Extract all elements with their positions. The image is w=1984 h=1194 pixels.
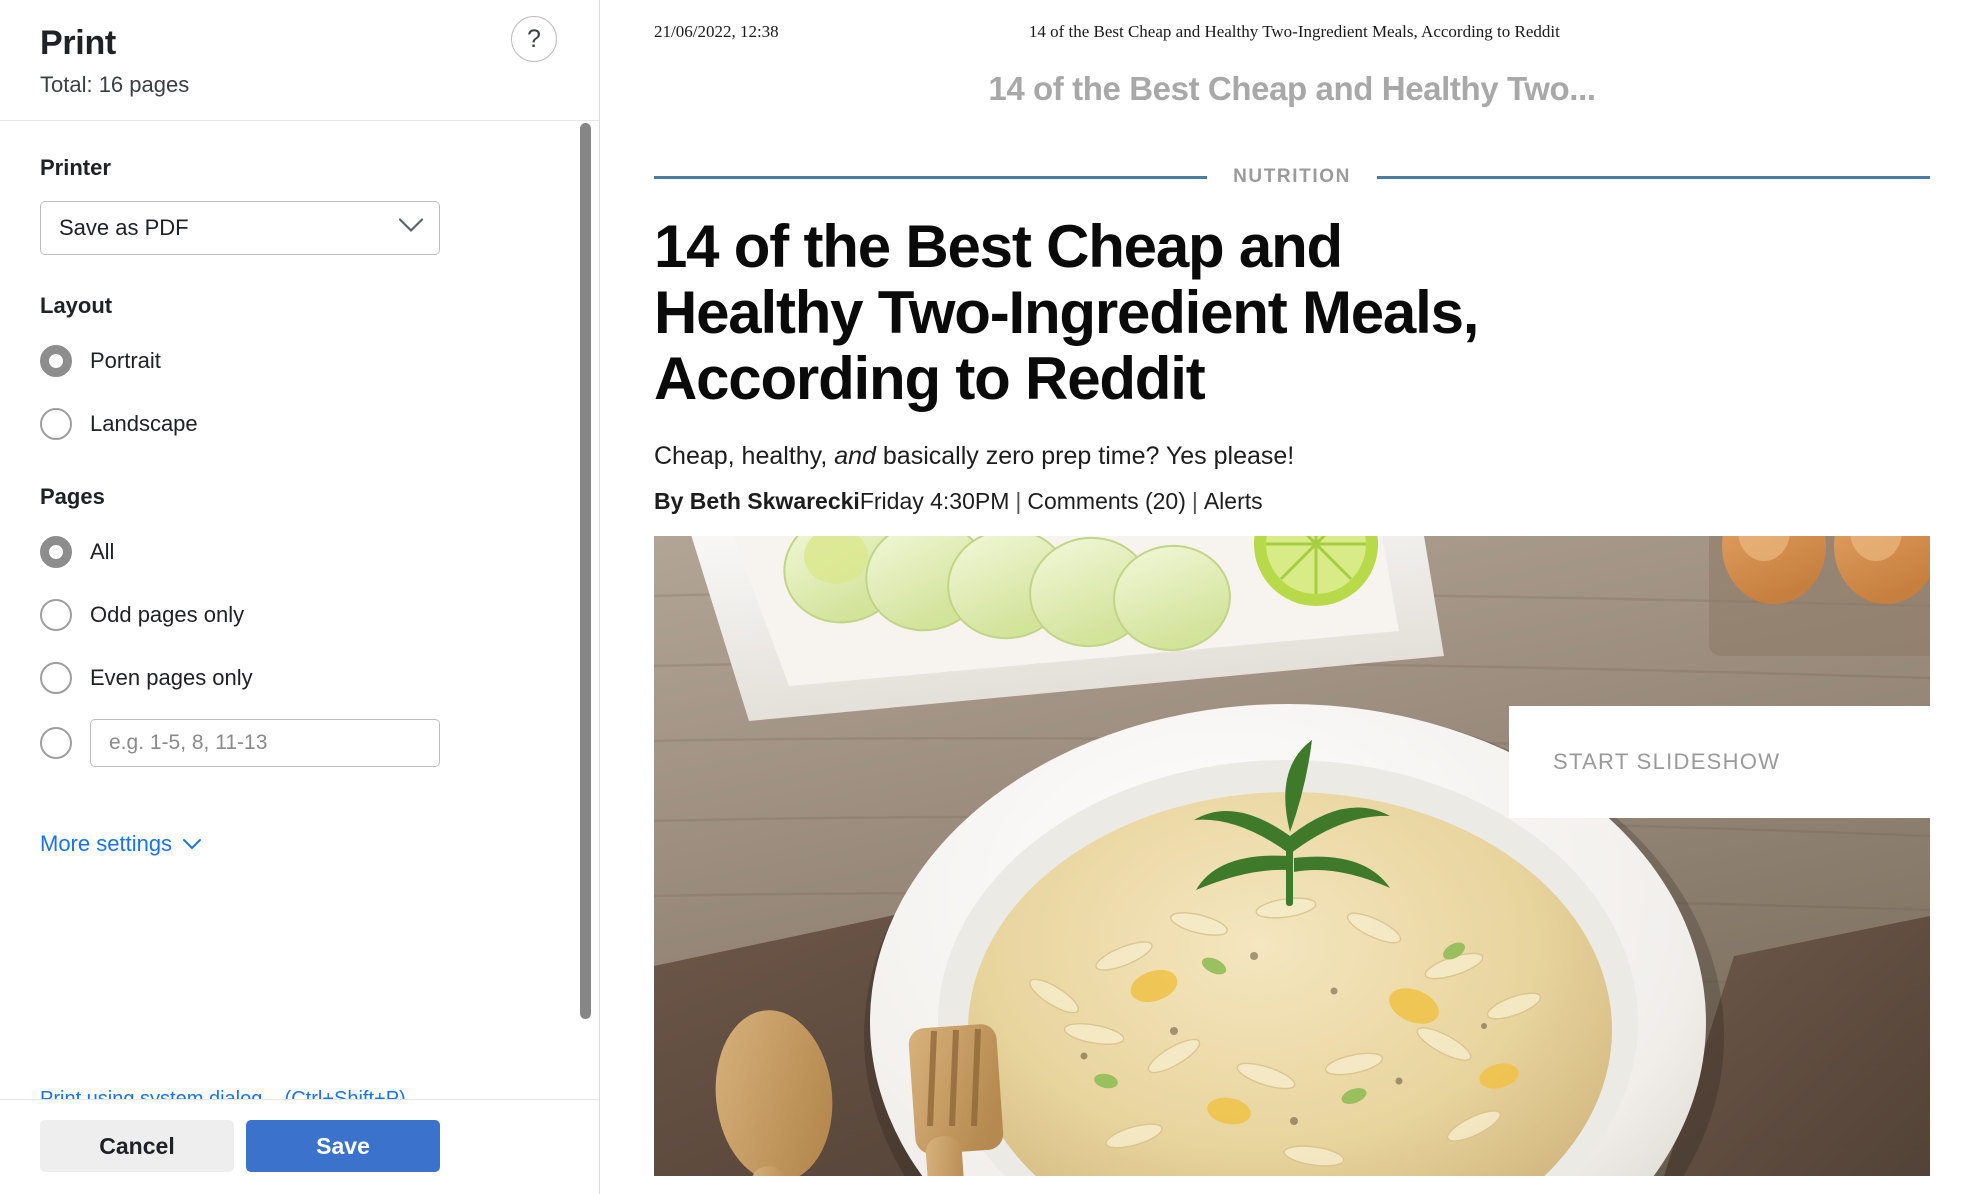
- kicker-rule-right: [1376, 175, 1930, 179]
- start-slideshow-button[interactable]: START SLIDESHOW: [1509, 706, 1930, 819]
- layout-section: Layout Portrait Landscape: [40, 293, 559, 446]
- kicker-label: NUTRITION: [1233, 166, 1351, 187]
- layout-option-landscape-label: Landscape: [90, 411, 198, 437]
- radio-even-pages[interactable]: [40, 662, 72, 695]
- printer-select-value: Save as PDF: [59, 215, 189, 241]
- settings-scroll-area: Printer Save as PDF Layout Portrait Land…: [0, 121, 599, 1099]
- scrollbar-thumb[interactable]: [580, 123, 591, 1020]
- printer-section-label: Printer: [40, 155, 111, 181]
- cancel-button[interactable]: Cancel: [40, 1120, 234, 1172]
- print-header-title: 14 of the Best Cheap and Healthy Two-Ing…: [1028, 22, 1560, 41]
- dek-part-1: Cheap, healthy,: [654, 442, 835, 470]
- article-headline: 14 of the Best Cheap and Healthy Two-Ing…: [654, 213, 1479, 412]
- radio-landscape[interactable]: [40, 408, 72, 441]
- print-footer: Cancel Save: [0, 1099, 599, 1194]
- article-byline: By Beth SkwareckiFriday 4:30PM | Comments …: [654, 487, 1930, 517]
- preview-watermark-title: 14 of the Best Cheap and Healthy Two...: [988, 70, 1596, 107]
- pages-option-all[interactable]: All: [40, 530, 559, 574]
- printer-select-wrapper: Save as PDF: [40, 201, 440, 256]
- article-dek: Cheap, healthy, and basically zero prep …: [654, 440, 1930, 473]
- settings-scrollbar[interactable]: [580, 121, 591, 1099]
- layout-option-portrait-label: Portrait: [90, 348, 161, 374]
- printer-select[interactable]: Save as PDF: [40, 201, 440, 256]
- hero-illustration: [654, 536, 1930, 1177]
- radio-custom-pages[interactable]: [40, 727, 72, 760]
- byline-timestamp: Friday 4:30PM: [859, 487, 1010, 514]
- custom-page-range-input[interactable]: [90, 719, 440, 768]
- start-slideshow-label: START SLIDESHOW: [1553, 749, 1781, 775]
- more-settings-toggle[interactable]: More settings: [40, 831, 202, 857]
- byline-comments: Comments (20): [1027, 487, 1186, 514]
- print-dialog-screen: Print Total: 16 pages ? Printer Save as …: [0, 0, 1984, 1194]
- kicker-rule-left: [654, 175, 1208, 179]
- dek-part-2: basically zero prep time? Yes please!: [875, 442, 1295, 470]
- preview-page: 21/06/2022, 12:38 14 of the Best Cheap a…: [600, 0, 1984, 1194]
- byline-author: By Beth Skwarecki: [654, 487, 860, 514]
- system-dialog-link[interactable]: Print using system dialog... (Ctrl+Shift…: [40, 1088, 406, 1099]
- help-button[interactable]: ?: [511, 16, 557, 62]
- dek-emphasis: and: [834, 442, 876, 470]
- question-mark-icon: ?: [527, 24, 541, 53]
- pages-option-even[interactable]: Even pages only: [40, 656, 559, 700]
- pages-option-custom[interactable]: [40, 719, 559, 768]
- byline-alerts: Alerts: [1203, 487, 1263, 514]
- pages-option-odd[interactable]: Odd pages only: [40, 593, 559, 637]
- pages-section: Pages All Odd pages only Even pages only: [40, 484, 559, 768]
- layout-option-portrait[interactable]: Portrait: [40, 339, 559, 383]
- print-settings-sidebar: Print Total: 16 pages ? Printer Save as …: [0, 0, 600, 1194]
- layout-section-label: Layout: [40, 293, 113, 319]
- more-settings-label: More settings: [40, 831, 173, 857]
- chevron-down-icon: [182, 831, 202, 857]
- article-kicker: NUTRITION: [654, 166, 1930, 188]
- total-pages-text: Total: 16 pages: [40, 72, 190, 98]
- radio-odd-pages[interactable]: [40, 599, 72, 632]
- article-hero-image: START SLIDESHOW: [654, 536, 1930, 1177]
- radio-all-pages[interactable]: [40, 536, 72, 569]
- byline-separator-1: |: [1015, 487, 1022, 514]
- print-header-date: 21/06/2022, 12:38: [654, 22, 779, 41]
- radio-portrait[interactable]: [40, 345, 72, 378]
- layout-option-landscape[interactable]: Landscape: [40, 402, 559, 446]
- save-button[interactable]: Save: [246, 1120, 440, 1172]
- print-page-header: 21/06/2022, 12:38 14 of the Best Cheap a…: [600, 0, 1984, 42]
- byline-separator-2: |: [1191, 487, 1198, 514]
- pages-option-even-label: Even pages only: [90, 665, 253, 691]
- settings-list: Printer Save as PDF Layout Portrait Land…: [0, 121, 599, 1099]
- print-preview-pane[interactable]: 21/06/2022, 12:38 14 of the Best Cheap a…: [600, 0, 1984, 1194]
- page-title: Print: [40, 24, 116, 62]
- pages-option-odd-label: Odd pages only: [90, 602, 245, 628]
- print-header: Print Total: 16 pages ?: [0, 0, 599, 122]
- printer-section: Printer Save as PDF: [40, 155, 559, 256]
- pages-option-all-label: All: [90, 539, 115, 565]
- pages-section-label: Pages: [40, 484, 105, 510]
